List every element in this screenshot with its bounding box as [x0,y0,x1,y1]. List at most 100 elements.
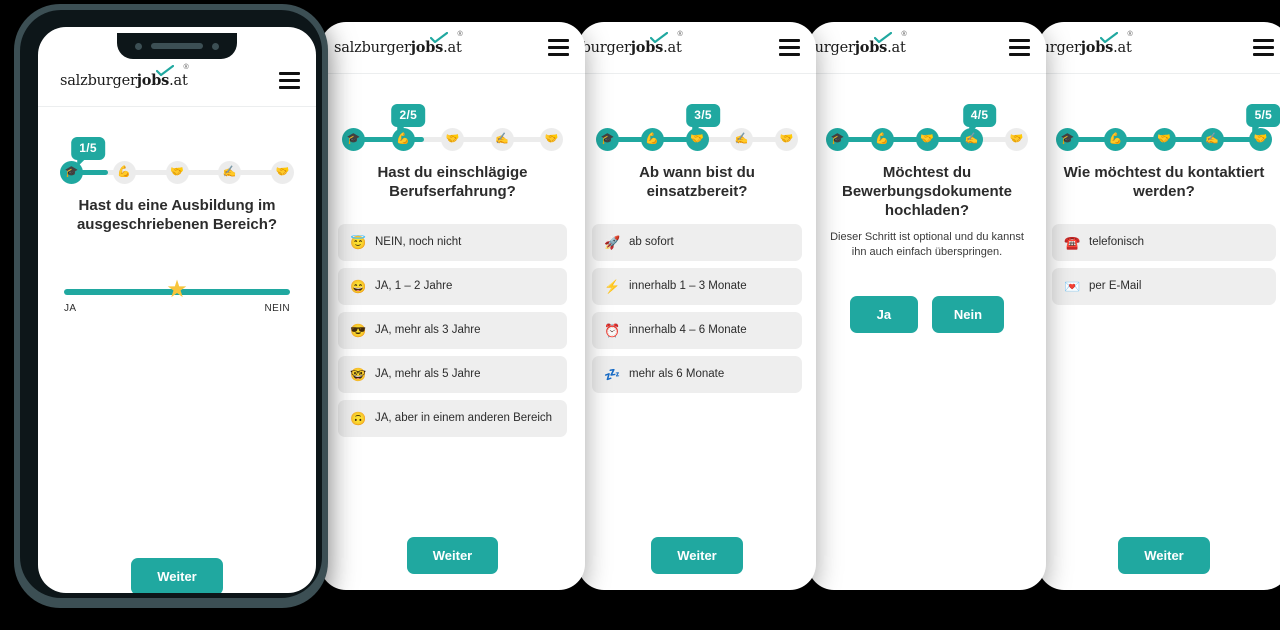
next-button-wrap-2: Weiter [320,537,585,574]
phone-bezel: salzburgerjobs.at ® 🎓 💪 🤝 ✍️ 🤝 1/5 Hast … [20,10,322,598]
brand-logo-3[interactable]: salzburgerjobs.at ® [578,31,683,57]
hamburger-menu-icon-4[interactable] [1009,39,1030,56]
option-label: JA, mehr als 5 Jahre [375,368,481,380]
progress-dot-2[interactable]: 💪 [1104,128,1128,151]
progress-dot-1[interactable]: 🎓 [596,128,619,151]
progress-indicator-1: 🎓 💪 🤝 ✍️ 🤝 1/5 [60,137,294,184]
progress-dot-3[interactable]: 🤝 [685,128,709,151]
progress-dots-2: 🎓 💪 🤝 ✍️ 🤝 [342,128,563,151]
yes-button[interactable]: Ja [849,295,918,333]
progress-dots-5: 🎓 💪 🤝 ✍️ 🤝 [1056,128,1272,151]
slider-label-left: JA [64,302,77,314]
progress-dot-3[interactable]: 🤝 [915,128,939,151]
option-row[interactable]: 😎 JA, mehr als 3 Jahre [338,311,567,349]
option-label: ab sofort [629,236,674,248]
step-badge-4: 4/5 [962,104,997,134]
next-button-5[interactable]: Weiter [1118,537,1210,574]
registered-mark-5: ® [1127,30,1133,38]
progress-dot-3[interactable]: 🤝 [1152,128,1176,151]
star-handle-icon[interactable]: ★ [166,277,188,302]
progress-dot-5[interactable]: 🤝 [271,161,294,184]
progress-dot-4[interactable]: ✍️ [730,128,754,151]
logo-prefix-1: salzburger [60,72,137,89]
hamburger-menu-icon-1[interactable] [279,72,300,89]
phone-screen: salzburgerjobs.at ® 🎓 💪 🤝 ✍️ 🤝 1/5 Hast … [38,27,316,593]
next-button-3[interactable]: Weiter [651,537,743,574]
option-row[interactable]: 💌 per E-Mail [1052,267,1276,305]
check-mark-icon-3 [649,31,668,43]
nerd-face-emoji: 🤓 [350,366,367,382]
next-button-wrap-5: Weiter [1038,537,1280,574]
option-row[interactable]: 🙃 JA, aber in einem anderen Bereich [338,399,567,437]
next-button-2[interactable]: Weiter [406,537,499,574]
option-row[interactable]: ⏰ innerhalb 4 – 6 Monate [592,311,802,349]
progress-dot-2[interactable]: 💪 [112,161,136,184]
option-row[interactable]: 💤 mehr als 6 Monate [592,355,802,393]
progress-dot-5[interactable]: 🤝 [540,128,563,151]
option-row[interactable]: 🤓 JA, mehr als 5 Jahre [338,355,567,393]
card-body-1: 🎓 💪 🤝 ✍️ 🤝 1/5 Hast du eine Ausbildung i… [38,137,316,593]
option-label: innerhalb 4 – 6 Monate [629,324,747,336]
next-button-wrap-1: Weiter [38,558,316,593]
check-mark-icon-2 [429,31,448,43]
step-badge-1: 1/5 [71,137,105,167]
option-row[interactable]: 🚀 ab sofort [592,223,802,261]
progress-dot-3[interactable]: 🤝 [165,161,189,184]
progress-dot-1[interactable]: 🎓 [1056,128,1079,151]
question-card-4: salzburgerjobs.at ® 🎓 💪 🤝 ✍️ 🤝 4/5 Möcht… [808,22,1046,590]
telephone-emoji: ☎️ [1064,234,1081,250]
card-body-4: 🎓 💪 🤝 ✍️ 🤝 4/5 Möchtest du Bewerbungsdok… [808,104,1046,590]
brand-logo-4[interactable]: salzburgerjobs.at ® [808,31,907,57]
screenshot-stage: salzburgerjobs.at ® 🎓 💪 🤝 ✍️ 🤝 5/5 Wie m… [0,0,1280,630]
no-button[interactable]: Nein [931,295,1005,333]
registered-mark-4: ® [901,30,907,38]
answer-slider[interactable]: ★ JA NEIN [64,277,290,321]
love-letter-emoji: 💌 [1064,278,1081,294]
progress-dot-2[interactable]: 💪 [640,128,664,151]
phone-notch [117,33,237,59]
progress-dot-1[interactable]: 🎓 [342,128,365,151]
option-list-2: 😇 NEIN, noch nicht 😄 JA, 1 – 2 Jahre 😎 J… [338,223,567,437]
slider-label-right: NEIN [264,302,290,314]
progress-dot-1[interactable]: 🎓 [826,128,849,151]
brand-logo-1[interactable]: salzburgerjobs.at ® [60,64,189,90]
progress-dot-4[interactable]: ✍️ [490,128,514,151]
earpiece-speaker-icon [151,43,203,49]
hamburger-menu-icon-3[interactable] [779,39,800,56]
progress-dot-5[interactable]: 🤝 [775,128,798,151]
phone-mockup-frame: salzburgerjobs.at ® 🎓 💪 🤝 ✍️ 🤝 1/5 Hast … [14,4,328,608]
progress-dot-1[interactable]: 🎓 [60,161,83,184]
question-title-1: Hast du eine Ausbildung im ausgeschriebe… [76,197,278,233]
progress-dot-4[interactable]: ✍️ [218,161,242,184]
option-row[interactable]: ☎️ telefonisch [1052,223,1276,261]
next-button-wrap-3: Weiter [578,537,816,574]
progress-dot-3[interactable]: 🤝 [441,128,464,151]
progress-dot-5[interactable]: 🤝 [1249,128,1272,151]
card-header-1: salzburgerjobs.at ® [38,55,316,107]
registered-mark-1: ® [183,63,189,71]
progress-dot-4[interactable]: ✍️ [1200,128,1224,151]
card-header-2: salzburgerjobs.at ® [320,22,585,74]
camera-dot-icon [135,42,142,50]
progress-dots-1: 🎓 💪 🤝 ✍️ 🤝 [60,161,294,184]
hamburger-menu-icon-2[interactable] [548,39,569,56]
progress-dot-2[interactable]: 💪 [870,128,894,151]
progress-dot-4[interactable]: ✍️ [960,128,984,151]
progress-indicator-5: 🎓 💪 🤝 ✍️ 🤝 5/5 [1056,104,1280,151]
card-header-4: salzburgerjobs.at ® [808,22,1046,74]
progress-dot-2[interactable]: 💪 [391,128,415,151]
brand-logo-2[interactable]: salzburgerjobs.at ® [334,31,463,57]
next-button-1[interactable]: Weiter [131,558,223,593]
option-row[interactable]: 😄 JA, 1 – 2 Jahre [338,267,567,305]
step-badge-3: 3/5 [686,104,720,134]
brand-logo-5[interactable]: salzburgerjobs.at ® [1038,31,1133,57]
hamburger-menu-icon-5[interactable] [1253,39,1274,56]
option-list-5: ☎️ telefonisch 💌 per E-Mail [1052,223,1276,305]
option-label: telefonisch [1089,236,1144,248]
option-label: innerhalb 1 – 3 Monate [629,280,747,292]
option-list-3: 🚀 ab sofort ⚡ innerhalb 1 – 3 Monate ⏰ i… [592,223,802,393]
option-row[interactable]: 😇 NEIN, noch nicht [338,223,567,261]
progress-dot-5[interactable]: 🤝 [1005,128,1028,151]
option-row[interactable]: ⚡ innerhalb 1 – 3 Monate [592,267,802,305]
upside-down-face-emoji: 🙃 [350,410,367,426]
